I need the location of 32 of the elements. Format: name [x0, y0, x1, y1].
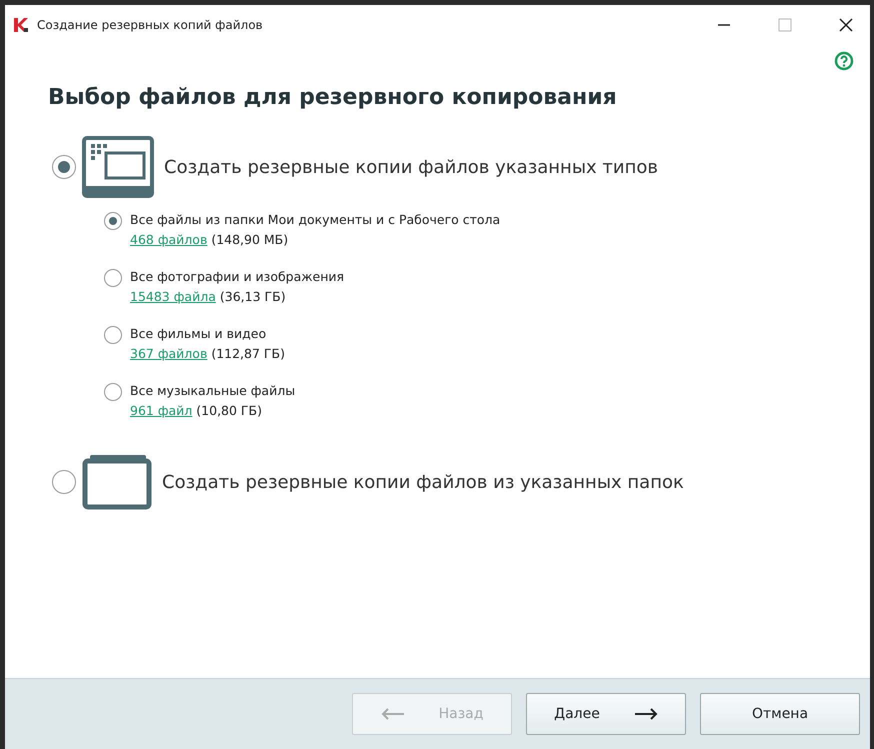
radio-button[interactable] — [104, 269, 122, 287]
window-title: Создание резервных копий файлов — [37, 18, 263, 32]
left-arrow-icon — [380, 708, 405, 720]
right-arrow-icon — [634, 708, 658, 720]
next-button[interactable]: Далее — [526, 693, 686, 735]
option-label[interactable]: Создать резервные копии файлов из указанных папок — [162, 472, 684, 492]
option-label[interactable]: Все фотографии и изображения — [130, 269, 344, 284]
file-size: (112,87 ГБ) — [211, 346, 285, 361]
help-icon[interactable] — [834, 51, 854, 71]
file-size: (36,13 ГБ) — [220, 289, 286, 304]
file-count-link[interactable]: 367 файлов — [130, 346, 208, 361]
file-size: (10,80 ГБ) — [196, 403, 262, 418]
maximize-icon[interactable] — [778, 18, 792, 32]
page-heading: Выбор файлов для резервного копирования — [48, 85, 618, 110]
file-count-link[interactable]: 961 файл — [130, 403, 192, 418]
radio-button[interactable] — [104, 326, 122, 344]
radio-button[interactable] — [104, 212, 122, 230]
window-grid-icon — [82, 136, 154, 198]
option-label[interactable]: Все музыкальные файлы — [130, 383, 296, 398]
file-count-link[interactable]: 15483 файла — [130, 289, 216, 304]
option-label[interactable]: Все фильмы и видео — [130, 326, 285, 341]
radio-button[interactable] — [104, 383, 122, 401]
app-logo-icon — [13, 17, 29, 33]
radio-button[interactable] — [52, 470, 76, 494]
file-size: (148,90 МБ) — [211, 232, 288, 247]
file-count-link[interactable]: 468 файлов — [130, 232, 208, 247]
close-icon[interactable] — [838, 17, 854, 33]
option-label[interactable]: Все файлы из папки Мои документы и с Рабочего стола — [130, 212, 500, 227]
folder-icon — [82, 454, 152, 510]
cancel-button[interactable]: Отмена — [700, 693, 860, 735]
option-label[interactable]: Создать резервные копии файлов указанных типов — [164, 156, 658, 178]
radio-button[interactable] — [52, 155, 76, 179]
